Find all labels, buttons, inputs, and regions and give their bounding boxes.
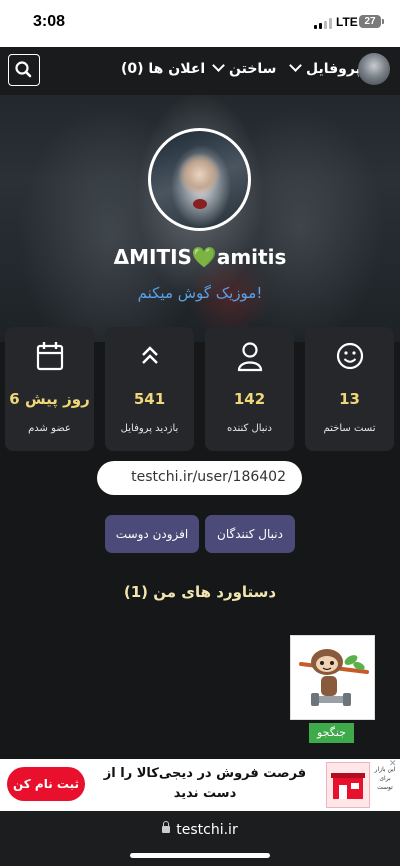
smiley-icon xyxy=(336,342,364,370)
chevrons-up-icon xyxy=(142,346,158,364)
profile-bio: موزیک گوش میکنم! xyxy=(137,284,263,302)
add-friend-button[interactable]: افزودن دوست xyxy=(105,515,199,553)
nav-avatar[interactable] xyxy=(358,53,390,85)
chevron-down-icon xyxy=(212,59,225,72)
achievement-badge-label: جنگجو xyxy=(309,723,354,743)
clock: 3:08 xyxy=(33,13,66,30)
achievement-badge[interactable] xyxy=(290,635,375,720)
status-bar: 3:08 LTE 27 xyxy=(0,0,400,47)
sloth-icon xyxy=(299,649,369,706)
ad-banner[interactable]: ثبت نام کن فرصت فروش در دیجی‌کالا را از … xyxy=(0,759,400,811)
browser-address: testchi.ir xyxy=(0,821,400,838)
stat-value: 6 روز پیش xyxy=(9,390,90,408)
stat-card-followers[interactable]: 142 دنبال کننده xyxy=(205,327,294,451)
stat-label: عضو شدم xyxy=(28,423,71,434)
signal-icon xyxy=(314,18,332,29)
stat-label: تست ساختم xyxy=(323,423,376,434)
calendar-icon xyxy=(36,342,64,371)
home-indicator[interactable] xyxy=(130,853,270,858)
stat-card-profile-views: 541 بازدید پروفایل xyxy=(105,327,194,451)
user-icon xyxy=(237,342,263,372)
search-icon xyxy=(15,61,32,78)
chevron-down-icon xyxy=(289,59,302,72)
ad-image xyxy=(326,762,370,808)
nav-profile[interactable]: پروفایل xyxy=(289,59,361,77)
search-button[interactable] xyxy=(8,54,40,86)
followers-button[interactable]: دنبال کنندگان xyxy=(205,515,295,553)
ad-signup-button[interactable]: ثبت نام کن xyxy=(7,767,85,801)
lock-icon xyxy=(162,821,171,833)
stat-label: دنبال کننده xyxy=(226,423,273,434)
battery-icon: 27 xyxy=(359,15,384,28)
profile-url-field[interactable]: testchi.ir/user/186402 xyxy=(97,461,302,495)
stat-value: 13 xyxy=(339,390,360,408)
stat-card-tests[interactable]: 13 تست ساختم xyxy=(305,327,394,451)
profile-url: testchi.ir/user/186402 xyxy=(131,469,286,485)
network-type: LTE xyxy=(336,15,358,29)
ad-close-icon[interactable]: ✕ xyxy=(389,759,400,770)
storefront-icon xyxy=(331,773,365,799)
browser-address-bar[interactable]: testchi.ir xyxy=(0,811,400,866)
username: ΔMITIS💚amitis xyxy=(113,245,287,269)
nav-create[interactable]: ساختن xyxy=(212,59,276,77)
stat-label: بازدید پروفایل xyxy=(120,423,179,434)
achievements-title: دستاورد های من (1) xyxy=(123,583,277,601)
stat-value: 541 xyxy=(133,390,166,408)
stat-value: 142 xyxy=(233,390,266,408)
stat-card-member-since: 6 روز پیش عضو شدم xyxy=(5,327,94,451)
nav-notifications[interactable]: اعلان ها (0) xyxy=(121,61,205,77)
ad-text: فرصت فروش در دیجی‌کالا را از دست ندید xyxy=(103,766,307,801)
profile-avatar xyxy=(148,128,251,231)
